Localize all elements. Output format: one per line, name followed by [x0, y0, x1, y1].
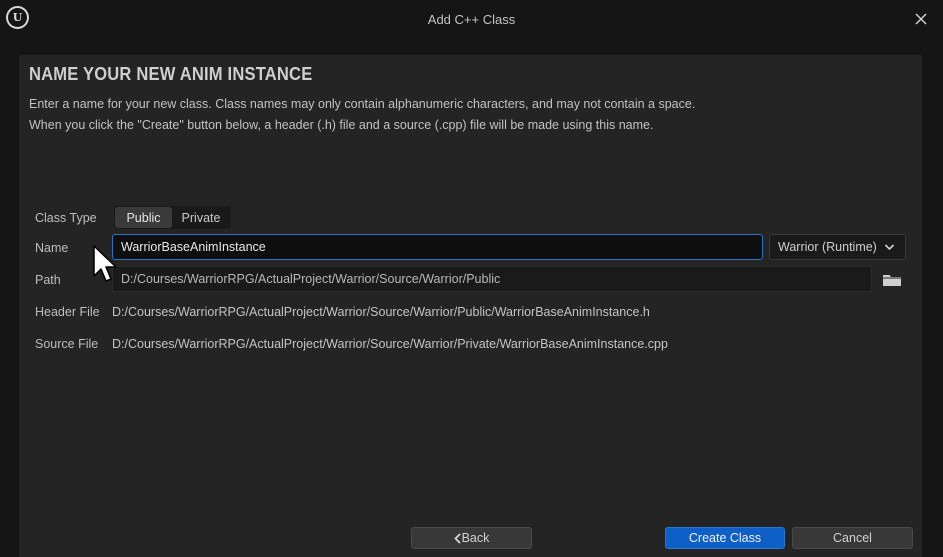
back-button-label: Back — [461, 531, 490, 545]
mouse-pointer-icon — [93, 245, 117, 282]
back-button[interactable]: Back — [411, 527, 532, 549]
cancel-button[interactable]: Cancel — [792, 527, 913, 549]
header-file-label: Header File — [35, 305, 100, 319]
description-line-2: When you click the "Create" button below… — [29, 118, 654, 132]
module-dropdown-value: Warrior (Runtime) — [778, 240, 877, 254]
path-input[interactable]: D:/Courses/WarriorRPG/ActualProject/Warr… — [112, 266, 872, 292]
class-type-toggle: Public Private — [114, 206, 231, 229]
description-line-1: Enter a name for your new class. Class n… — [29, 97, 696, 111]
close-icon — [915, 13, 927, 25]
module-dropdown[interactable]: Warrior (Runtime) — [769, 234, 906, 260]
source-file-value: D:/Courses/WarriorRPG/ActualProject/Warr… — [112, 337, 668, 351]
browse-folder-button[interactable] — [882, 272, 902, 288]
name-label: Name — [35, 241, 69, 255]
window-title: Add C++ Class — [427, 12, 516, 27]
folder-icon — [883, 275, 901, 286]
class-type-public-button[interactable]: Public — [115, 207, 172, 228]
chevron-left-icon — [453, 532, 461, 544]
source-file-label: Source File — [35, 337, 99, 351]
header-file-value: D:/Courses/WarriorRPG/ActualProject/Warr… — [112, 305, 650, 319]
page-title: NAME YOUR NEW ANIM INSTANCE — [29, 64, 313, 84]
path-label: Path — [35, 273, 61, 287]
create-class-button[interactable]: Create Class — [665, 527, 785, 549]
chevron-down-icon — [884, 244, 895, 251]
class-type-private-button[interactable]: Private — [172, 207, 230, 228]
class-type-label: Class Type — [35, 211, 97, 225]
class-name-input[interactable]: WarriorBaseAnimInstance — [112, 234, 763, 260]
title-bar: U Add C++ Class — [0, 0, 943, 38]
close-button[interactable] — [911, 9, 931, 29]
